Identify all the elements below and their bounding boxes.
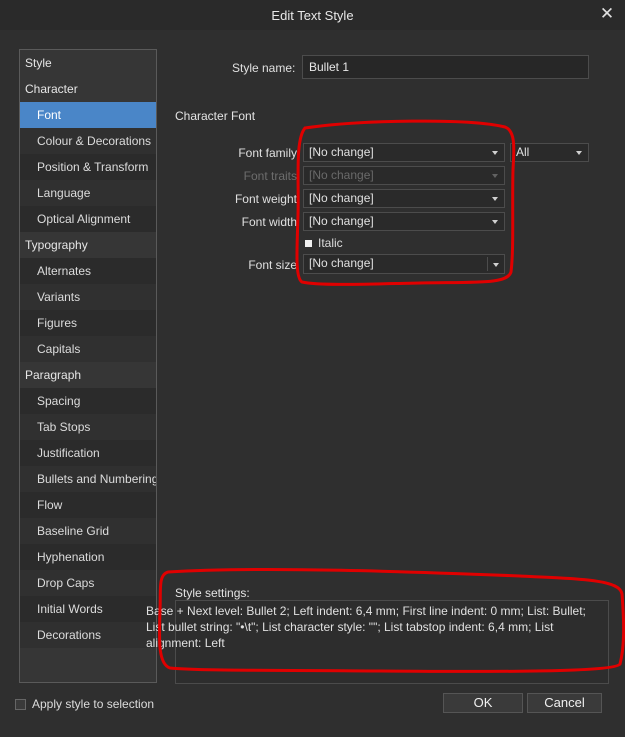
style-name-input[interactable] (302, 55, 589, 79)
sidebar-item-decorations[interactable]: Decorations (20, 622, 156, 648)
font-traits-label: Font traits (243, 169, 297, 183)
italic-checkbox[interactable]: Italic (305, 236, 343, 250)
sidebar-item-paragraph[interactable]: Paragraph (20, 362, 156, 388)
sidebar-item-alternates[interactable]: Alternates (20, 258, 156, 284)
font-family-select[interactable]: [No change] (303, 143, 505, 162)
font-weight-select[interactable]: [No change] (303, 189, 505, 208)
sidebar-item-colour-and-decorations[interactable]: Colour & Decorations (20, 128, 156, 154)
font-width-value: [No change] (309, 214, 374, 228)
apply-style-checkbox[interactable]: Apply style to selection (15, 697, 154, 711)
sidebar-item-hyphenation[interactable]: Hyphenation (20, 544, 156, 570)
character-font-heading: Character Font (175, 109, 256, 123)
sidebar-item-flow[interactable]: Flow (20, 492, 156, 518)
sidebar-item-bullets-and-numbering[interactable]: Bullets and Numbering (20, 466, 156, 492)
title-bar: Edit Text Style ✕ (0, 0, 625, 30)
font-size-label: Font size (248, 258, 297, 272)
chevron-down-icon (492, 197, 498, 201)
sidebar-item-baseline-grid[interactable]: Baseline Grid (20, 518, 156, 544)
close-icon[interactable]: ✕ (599, 5, 615, 23)
sidebar-item-tab-stops[interactable]: Tab Stops (20, 414, 156, 440)
sidebar-item-variants[interactable]: Variants (20, 284, 156, 310)
category-list: Style Character Font Colour & Decorations Po… (20, 50, 156, 648)
font-traits-value: [No change] (309, 168, 374, 182)
font-width-select[interactable]: [No change] (303, 212, 505, 231)
style-settings-label: Style settings: (175, 586, 250, 600)
sidebar-item-font[interactable]: Font (20, 102, 156, 128)
sidebar-item-language[interactable]: Language (20, 180, 156, 206)
chevron-down-icon (492, 151, 498, 155)
font-weight-value: [No change] (309, 191, 374, 205)
font-size-value: [No change] (309, 256, 374, 270)
checkbox-icon (15, 698, 26, 710)
chevron-down-icon (576, 151, 582, 155)
sidebar-item-initial-words[interactable]: Initial Words (20, 596, 156, 622)
style-settings-box: Base + Next level: Bullet 2; Left indent… (146, 600, 609, 684)
ok-button[interactable]: OK (443, 693, 523, 713)
sidebar-item-spacing[interactable]: Spacing (20, 388, 156, 414)
font-width-label: Font width (241, 215, 297, 229)
chevron-down-icon[interactable] (493, 263, 499, 267)
style-name-label: Style name: (232, 61, 296, 75)
font-size-combobox[interactable]: [No change] (303, 254, 505, 274)
font-filter-value: All (516, 145, 530, 159)
chevron-down-icon (492, 220, 498, 224)
sidebar-item-optical-alignment[interactable]: Optical Alignment (20, 206, 156, 232)
cancel-button[interactable]: Cancel (527, 693, 602, 713)
category-sidebar: Style Character Font Colour & Decorations Po… (19, 49, 157, 683)
style-settings-line: alignment: Left (146, 636, 225, 650)
sidebar-item-style[interactable]: Style (20, 50, 156, 76)
combobox-divider (487, 257, 488, 271)
dialog-title: Edit Text Style (271, 8, 354, 23)
style-settings-line: Base + Next level: Bullet 2; Left indent… (146, 604, 586, 618)
sidebar-item-justification[interactable]: Justification (20, 440, 156, 466)
sidebar-item-capitals[interactable]: Capitals (20, 336, 156, 362)
sidebar-item-drop-caps[interactable]: Drop Caps (20, 570, 156, 596)
font-filter-select[interactable]: All (510, 143, 589, 162)
apply-style-label: Apply style to selection (32, 697, 155, 711)
style-settings-line: List bullet string: "•\t"; List characte… (146, 620, 554, 634)
sidebar-item-typography[interactable]: Typography (20, 232, 156, 258)
font-family-label: Font family (238, 146, 297, 160)
font-family-value: [No change] (309, 145, 374, 159)
checkbox-icon (305, 239, 312, 247)
chevron-down-icon (492, 174, 498, 178)
sidebar-item-position-and-transform[interactable]: Position & Transform (20, 154, 156, 180)
font-weight-label: Font weight (234, 192, 297, 206)
font-traits-select: [No change] (303, 166, 505, 185)
sidebar-item-figures[interactable]: Figures (20, 310, 156, 336)
sidebar-item-character[interactable]: Character (20, 76, 156, 102)
italic-label: Italic (318, 236, 343, 250)
